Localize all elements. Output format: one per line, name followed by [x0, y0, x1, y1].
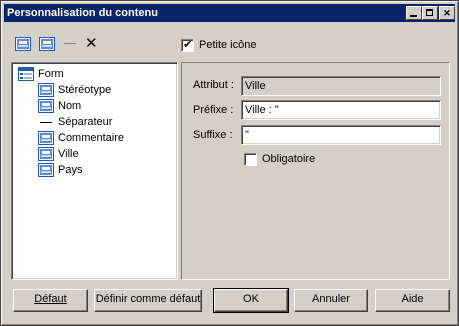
- insert-item-icon: [39, 37, 55, 51]
- minimize-icon: [410, 15, 417, 17]
- tree-item-label: Stéréotype: [58, 84, 112, 96]
- help-button[interactable]: Aide: [375, 289, 450, 312]
- suffix-input[interactable]: ": [241, 125, 441, 145]
- mandatory-label[interactable]: Obligatoire: [262, 153, 315, 165]
- add-item-icon: [15, 37, 31, 51]
- small-icon-checkbox[interactable]: ✔: [181, 38, 194, 52]
- maximize-button[interactable]: [422, 6, 438, 20]
- close-icon: ✕: [443, 8, 451, 18]
- add-item-button[interactable]: [15, 37, 31, 51]
- minimize-button[interactable]: [406, 6, 422, 20]
- tree-item-label: Nom: [58, 100, 82, 112]
- attribute-icon: [38, 99, 54, 113]
- form-icon: [18, 67, 34, 81]
- check-mark-icon: ✔: [183, 38, 193, 51]
- ok-button-label: OK: [243, 293, 259, 305]
- dialog-window: Personnalisation du contenu ✕ ✕ ✔ Petite…: [0, 0, 459, 326]
- mandatory-checkbox[interactable]: [244, 153, 257, 166]
- small-icon-label[interactable]: Petite icône: [199, 39, 256, 51]
- ok-button[interactable]: OK: [213, 288, 289, 313]
- default-button[interactable]: Défaut: [13, 289, 88, 312]
- attribute-field: Ville: [241, 76, 441, 96]
- attribute-icon: [38, 147, 54, 161]
- prefix-label: Préfixe :: [193, 104, 234, 116]
- tree-item-label: Form: [38, 68, 64, 80]
- separator-line-icon: [40, 122, 52, 123]
- tree-item-label: Pays: [58, 164, 83, 176]
- tree-item-label: Ville: [58, 148, 79, 160]
- close-button[interactable]: ✕: [439, 6, 455, 20]
- default-button-label: Défaut: [34, 293, 67, 305]
- separator-icon[interactable]: [64, 43, 76, 44]
- attribute-icon: [38, 131, 54, 145]
- set-as-default-button[interactable]: Définir comme défaut: [94, 289, 202, 312]
- help-button-label: Aide: [401, 293, 424, 305]
- content-tree[interactable]: Form Stéréotype Nom Séparateur Commentai…: [11, 62, 178, 280]
- insert-item-button[interactable]: [39, 37, 55, 51]
- tree-item-label: Séparateur: [58, 116, 113, 128]
- prefix-input[interactable]: Ville : ": [241, 100, 441, 120]
- delete-icon[interactable]: ✕: [85, 36, 98, 51]
- tree-item-label: Commentaire: [58, 132, 125, 144]
- suffix-label: Suffixe :: [193, 129, 233, 141]
- set-as-default-button-label: Définir comme défaut: [95, 293, 201, 305]
- cancel-button-label: Annuler: [312, 293, 350, 305]
- attribute-icon: [38, 83, 54, 97]
- title-bar[interactable]: Personnalisation du contenu ✕: [4, 4, 455, 22]
- attribute-icon: [38, 163, 54, 177]
- maximize-icon: [426, 9, 433, 16]
- cancel-button[interactable]: Annuler: [294, 289, 368, 312]
- attribute-label: Attribut :: [193, 79, 234, 91]
- window-title: Personnalisation du contenu: [7, 7, 158, 19]
